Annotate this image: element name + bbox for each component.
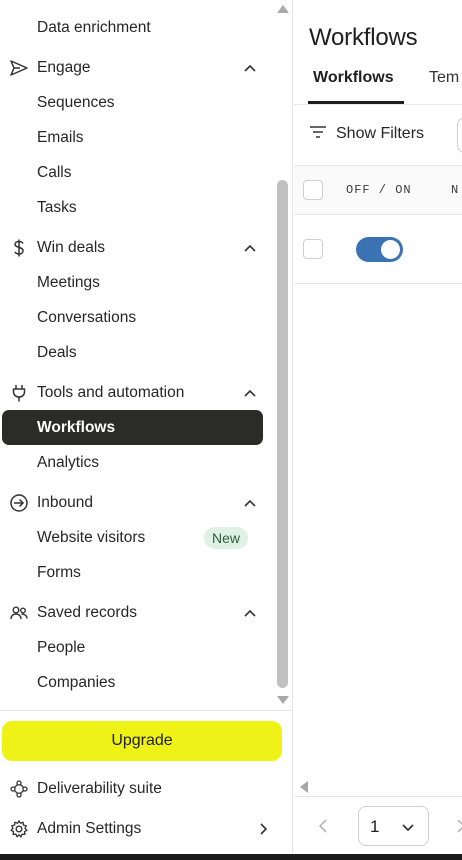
sidebar-item-companies[interactable]: Companies — [0, 665, 272, 700]
sidebar-item-deals[interactable]: Deals — [0, 335, 272, 370]
show-filters-button[interactable]: Show Filters — [308, 120, 424, 148]
page-title: Workflows — [309, 24, 418, 51]
sidebar-item-label: Workflows — [37, 418, 116, 436]
scroll-left-arrow-icon[interactable] — [300, 781, 308, 793]
table-header: OFF / ON N — [294, 166, 462, 215]
sidebar-item-label: Tasks — [37, 198, 77, 216]
sidebar-group-label: Saved records — [37, 603, 137, 621]
chevron-up-icon[interactable] — [242, 495, 258, 511]
sidebar-group-label: Win deals — [37, 238, 106, 256]
sidebar-item-label: Calls — [37, 163, 72, 181]
tab-bar: Workflows Tem — [294, 60, 462, 105]
sidebar-group-win-deals[interactable]: Win deals — [0, 230, 272, 265]
sidebar-item-conversations[interactable]: Conversations — [0, 300, 272, 335]
sidebar-item-label: Forms — [37, 563, 81, 581]
column-header-off-on[interactable]: OFF / ON — [346, 183, 412, 197]
scroll-down-arrow-icon[interactable] — [277, 696, 289, 704]
gear-icon — [9, 819, 29, 839]
footer-item-label: Deliverability suite — [37, 779, 162, 797]
sidebar-item-analytics[interactable]: Analytics — [0, 445, 272, 480]
toggle-knob — [381, 240, 400, 259]
sidebar-item-label: Conversations — [37, 308, 137, 326]
sidebar: Data enrichment Engage Sequences Emails … — [0, 0, 293, 860]
deliverability-suite-link[interactable]: Deliverability suite — [0, 771, 293, 806]
column-header-name[interactable]: N — [451, 183, 458, 197]
active-tab-indicator — [308, 101, 404, 104]
dollar-icon — [9, 238, 29, 258]
scroll-up-arrow-icon[interactable] — [277, 5, 289, 13]
tab-templates[interactable]: Tem — [429, 69, 459, 87]
chevron-right-icon — [255, 821, 271, 837]
chevron-up-icon[interactable] — [242, 385, 258, 401]
sidebar-item-label: Analytics — [37, 453, 100, 471]
sidebar-item-tasks[interactable]: Tasks — [0, 190, 272, 225]
main-panel: Workflows Workflows Tem Show Filters OFF… — [294, 0, 462, 860]
sidebar-group-engage[interactable]: Engage — [0, 50, 272, 85]
sidebar-item-label: Website visitors — [37, 528, 146, 546]
scrollbar-thumb[interactable] — [277, 180, 288, 688]
chevron-up-icon[interactable] — [242, 605, 258, 621]
sidebar-item-people[interactable]: People — [0, 630, 272, 665]
sidebar-nav: Data enrichment Engage Sequences Emails … — [0, 0, 272, 710]
page-select[interactable]: 1 — [358, 806, 429, 846]
sidebar-item-label: People — [37, 638, 86, 656]
sidebar-group-saved-records[interactable]: Saved records — [0, 595, 272, 630]
sidebar-item-sequences[interactable]: Sequences — [0, 85, 272, 120]
page-number: 1 — [370, 817, 380, 836]
bottom-edge-bar — [0, 854, 462, 860]
enter-arrow-icon — [9, 493, 29, 513]
admin-settings-link[interactable]: Admin Settings — [0, 811, 293, 846]
toolbar-control[interactable] — [457, 117, 462, 153]
sidebar-item-label: Data enrichment — [37, 18, 151, 36]
chevron-up-icon[interactable] — [242, 60, 258, 76]
sidebar-item-label: Emails — [37, 128, 84, 146]
sidebar-item-label: Companies — [37, 673, 116, 691]
tab-workflows[interactable]: Workflows — [313, 69, 394, 87]
sidebar-group-label: Engage — [37, 58, 91, 76]
sidebar-divider — [0, 710, 293, 711]
nodes-icon — [9, 779, 29, 799]
sidebar-scrollbar[interactable] — [274, 0, 291, 710]
footer-item-label: Admin Settings — [37, 819, 142, 837]
chevron-left-icon[interactable] — [316, 818, 330, 834]
sidebar-item-website-visitors[interactable]: Website visitors New — [0, 520, 272, 555]
sidebar-group-label: Tools and automation — [37, 383, 185, 401]
chevron-down-icon — [401, 820, 415, 834]
sidebar-group-tools-automation[interactable]: Tools and automation — [0, 375, 272, 410]
sidebar-item-label: Deals — [37, 343, 77, 361]
table-row[interactable] — [294, 216, 462, 284]
filter-icon — [308, 124, 328, 145]
plug-icon — [9, 383, 29, 403]
sidebar-item-emails[interactable]: Emails — [0, 120, 272, 155]
sidebar-item-workflows[interactable]: Workflows — [2, 410, 263, 445]
row-checkbox[interactable] — [303, 239, 323, 259]
show-filters-label: Show Filters — [336, 125, 425, 142]
select-all-checkbox[interactable] — [303, 180, 323, 200]
sidebar-group-label: Inbound — [37, 493, 94, 511]
people-icon — [9, 603, 29, 623]
sidebar-item-calls[interactable]: Calls — [0, 155, 272, 190]
upgrade-button[interactable]: Upgrade — [2, 721, 282, 761]
sidebar-item-forms[interactable]: Forms — [0, 555, 272, 590]
chevron-right-icon[interactable] — [454, 818, 462, 834]
sidebar-item-data-enrichment[interactable]: Data enrichment — [0, 10, 272, 45]
chevron-up-icon[interactable] — [242, 240, 258, 256]
sidebar-group-inbound[interactable]: Inbound — [0, 485, 272, 520]
workflow-toggle[interactable] — [356, 237, 403, 262]
sidebar-item-meetings[interactable]: Meetings — [0, 265, 272, 300]
sidebar-item-label: Meetings — [37, 273, 100, 291]
sidebar-item-label: Sequences — [37, 93, 115, 111]
send-icon — [9, 58, 29, 78]
new-badge: New — [204, 527, 249, 549]
pagination-divider — [294, 796, 462, 797]
